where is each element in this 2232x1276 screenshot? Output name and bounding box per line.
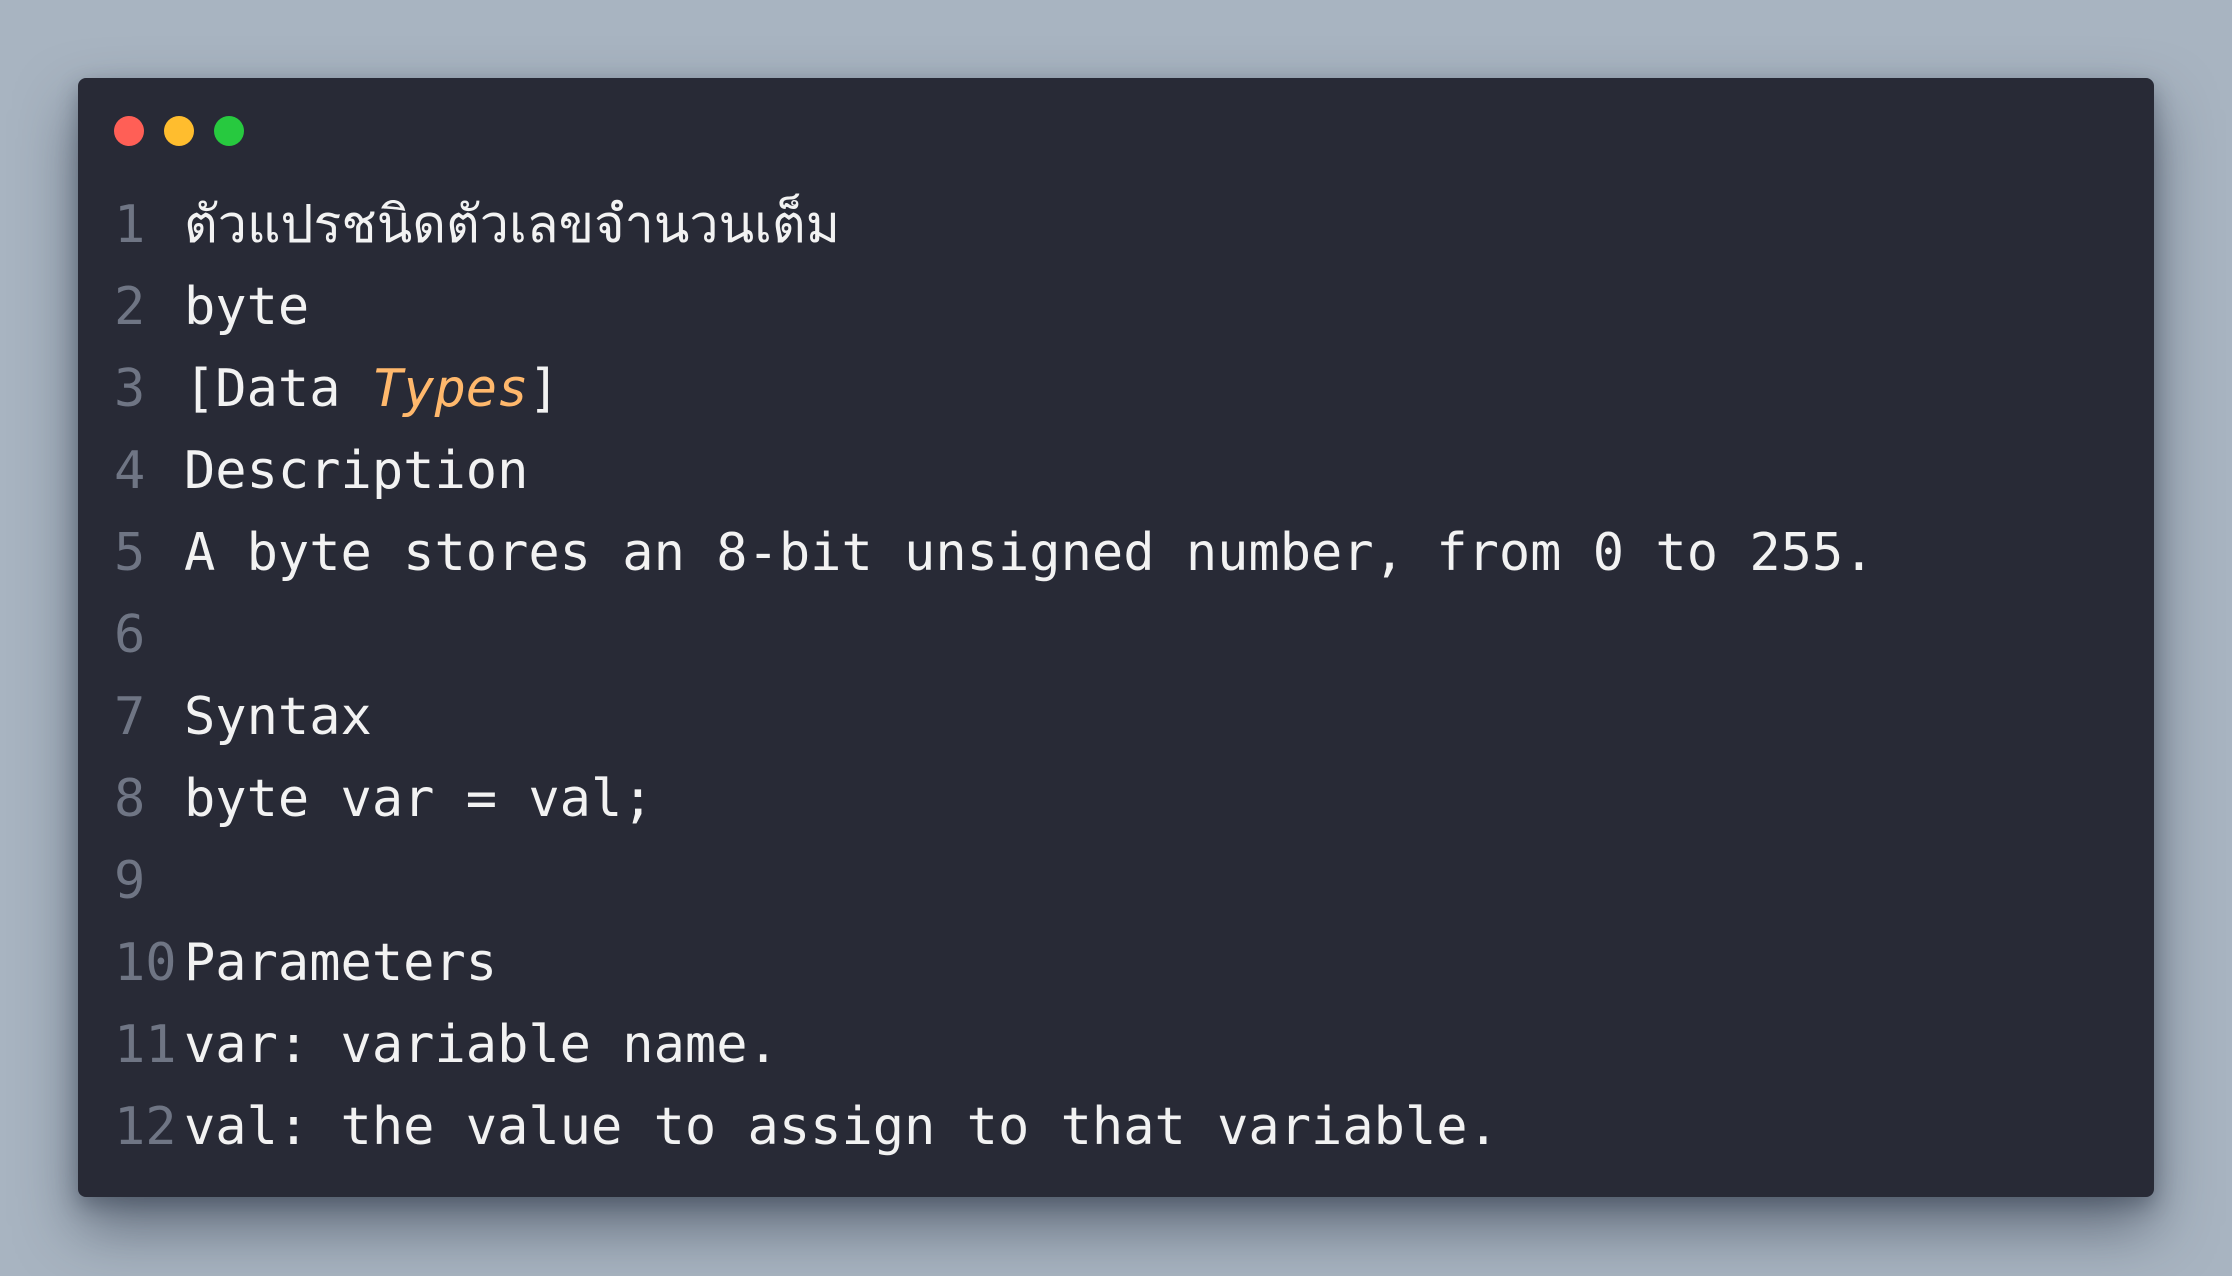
line-number: 6	[114, 605, 146, 665]
code-line: 10 Parameters	[114, 922, 1875, 1004]
code-line: 7 Syntax	[114, 676, 1875, 758]
line-number: 3	[114, 359, 146, 419]
code-line: 8 byte var = val;	[114, 758, 1875, 840]
line-number: 11	[114, 1015, 177, 1075]
line-text-suffix: ]	[528, 359, 560, 419]
line-text-prefix: [Data	[184, 359, 372, 419]
line-number: 1	[114, 195, 146, 255]
line-text: var: variable name.	[184, 1015, 779, 1075]
line-number: 2	[114, 277, 146, 337]
line-number: 4	[114, 441, 146, 501]
line-number: 10	[114, 933, 177, 993]
code-line: 9	[114, 840, 1875, 922]
code-block: 1 ตัวแปรชนิดตัวเลขจำนวนเต็ม 2 byte 3 [Da…	[114, 184, 1875, 1168]
code-window: 1 ตัวแปรชนิดตัวเลขจำนวนเต็ม 2 byte 3 [Da…	[78, 78, 2154, 1197]
code-line: 11 var: variable name.	[114, 1004, 1875, 1086]
code-line: 6	[114, 594, 1875, 676]
code-line: 1 ตัวแปรชนิดตัวเลขจำนวนเต็ม	[114, 184, 1875, 266]
minimize-button[interactable]	[164, 116, 194, 146]
code-line: 2 byte	[114, 266, 1875, 348]
line-text: Syntax	[184, 687, 372, 747]
line-text: val: the value to assign to that variabl…	[184, 1097, 1499, 1157]
line-number: 9	[114, 851, 146, 911]
line-number: 12	[114, 1097, 177, 1157]
line-number: 8	[114, 769, 146, 829]
highlighted-keyword: Types	[371, 359, 529, 419]
line-text: byte	[184, 277, 310, 337]
code-line: 12 val: the value to assign to that vari…	[114, 1086, 1875, 1168]
line-number: 5	[114, 523, 146, 583]
code-line: 4 Description	[114, 430, 1875, 512]
line-number: 7	[114, 687, 146, 747]
line-text: Description	[184, 441, 529, 501]
line-text: A byte stores an 8-bit unsigned number, …	[184, 523, 1875, 583]
line-text: byte var = val;	[184, 769, 654, 829]
line-text: ตัวแปรชนิดตัวเลขจำนวนเต็ม	[184, 195, 840, 255]
code-line: 5 A byte stores an 8-bit unsigned number…	[114, 512, 1875, 594]
line-text: Parameters	[184, 933, 498, 993]
close-button[interactable]	[114, 116, 144, 146]
window-controls	[114, 116, 244, 146]
line-text: [Data Types]	[184, 348, 560, 430]
code-line: 3 [Data Types]	[114, 348, 1875, 430]
maximize-button[interactable]	[214, 116, 244, 146]
